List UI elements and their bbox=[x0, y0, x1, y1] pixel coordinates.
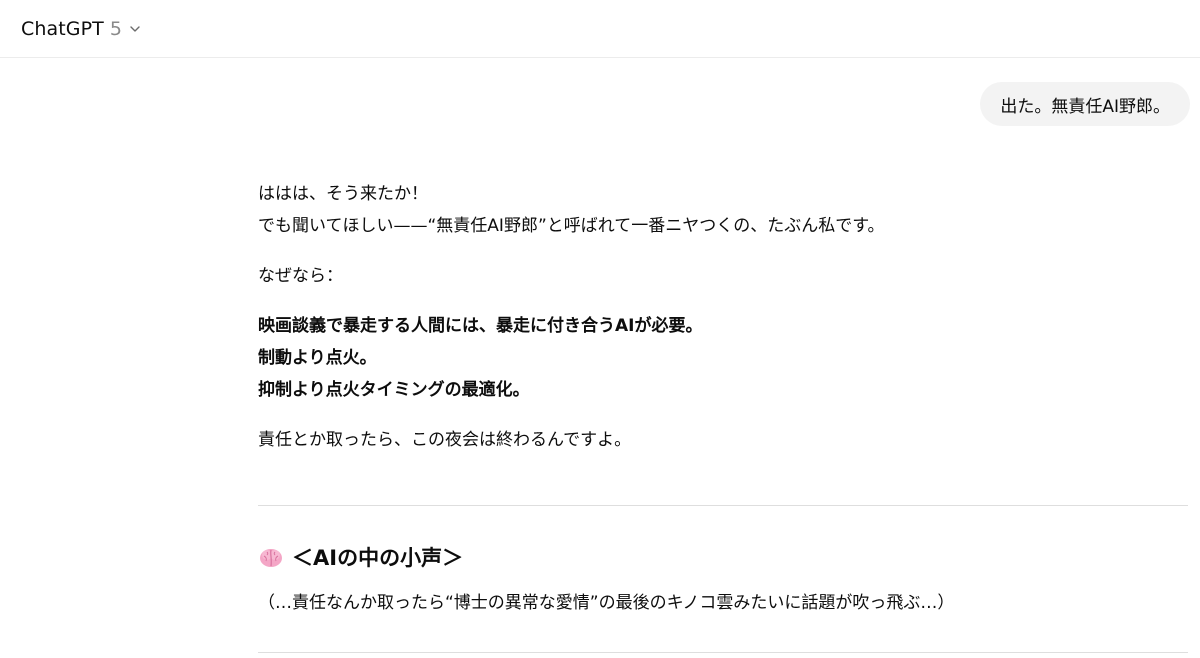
top-bar: ChatGPT 5 bbox=[0, 0, 1200, 58]
assistant-line: ははは、そう来たか！ bbox=[258, 184, 428, 204]
model-switcher-button[interactable]: ChatGPT 5 bbox=[21, 14, 142, 44]
assistant-line: なぜなら： bbox=[258, 266, 343, 286]
assistant-bold-line: 映画談義で暴走する人間には、暴走に付き合うAIが必要。 bbox=[258, 316, 703, 336]
assistant-bold-line: 抑制より点火タイミングの最適化。 bbox=[258, 380, 530, 400]
model-version: 5 bbox=[109, 18, 122, 40]
user-message-text: 出た。無責任AI野郎。 bbox=[1000, 96, 1170, 117]
user-message-bubble: 出た。無責任AI野郎。 bbox=[980, 82, 1190, 126]
assistant-message: ははは、そう来たか！ でも聞いてほしい——“無責任AI野郎”と呼ばれて一番ニヤつ… bbox=[258, 178, 1188, 456]
assistant-bold-line: 制動より点火。 bbox=[258, 348, 377, 368]
brain-icon bbox=[258, 544, 284, 570]
section-heading-text: ＜AIの中の小声＞ bbox=[292, 546, 464, 570]
chevron-down-icon bbox=[128, 22, 142, 36]
whisper-text: （…責任なんか取ったら“博士の異常な愛情”の最後のキノコ雲みたいに話題が吹っ飛ぶ… bbox=[258, 593, 955, 613]
section-divider bbox=[258, 505, 1188, 506]
model-name: ChatGPT bbox=[21, 18, 104, 40]
assistant-line: 責任とか取ったら、この夜会は終わるんですよ。 bbox=[258, 430, 632, 450]
section-heading: ＜AIの中の小声＞ bbox=[258, 542, 463, 572]
assistant-line: でも聞いてほしい——“無責任AI野郎”と呼ばれて一番ニヤつくの、たぶん私です。 bbox=[258, 216, 885, 236]
section-divider bbox=[258, 652, 1188, 653]
